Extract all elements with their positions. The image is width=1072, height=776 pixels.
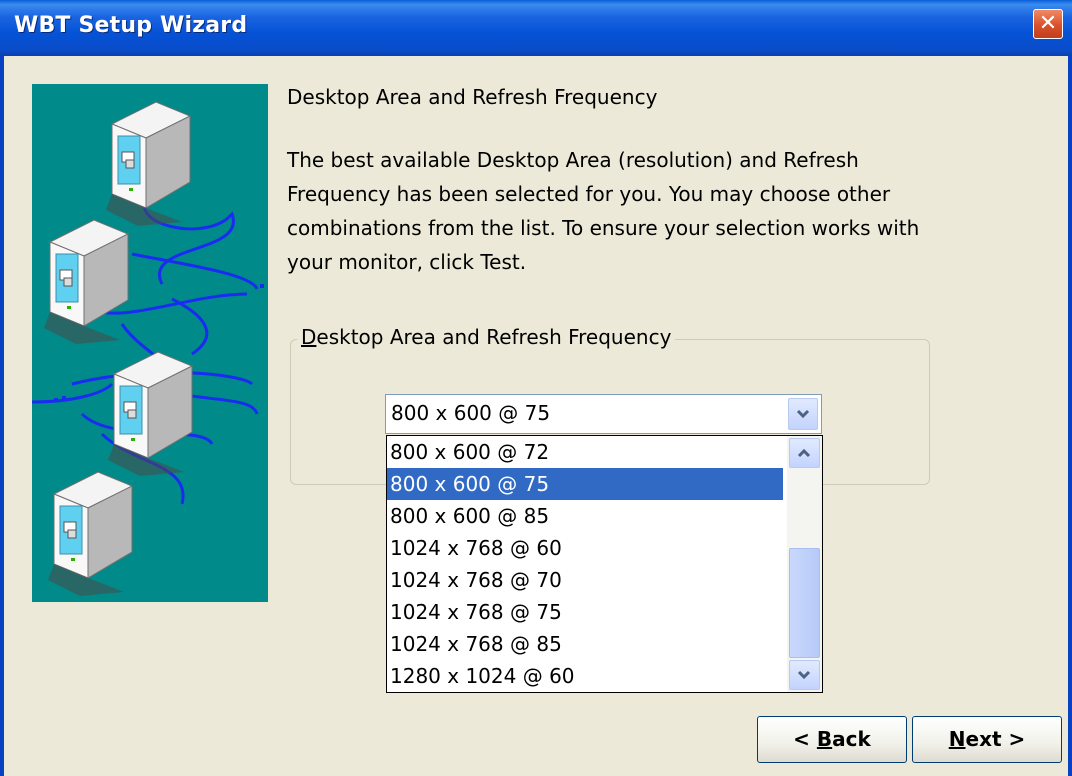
combobox-value: 800 x 600 @ 75 xyxy=(391,401,551,425)
list-item[interactable]: 1280 x 1024 @ 60 xyxy=(387,660,783,692)
chevron-down-icon xyxy=(797,670,811,680)
list-item-selected[interactable]: 800 x 600 @ 75 xyxy=(387,468,783,500)
back-prefix: < xyxy=(793,727,817,751)
list-item[interactable]: 800 x 600 @ 85 xyxy=(387,500,783,532)
list-item[interactable]: 800 x 600 @ 72 xyxy=(387,436,783,468)
resolution-dropdown-list[interactable]: 800 x 600 @ 72 800 x 600 @ 75 800 x 600 … xyxy=(386,435,823,693)
chevron-up-icon xyxy=(797,448,811,458)
window-frame-left xyxy=(0,56,4,776)
close-icon: ✕ xyxy=(1038,11,1058,36)
legend-accelerator: D xyxy=(301,325,317,349)
legend-text: esktop Area and Refresh Frequency xyxy=(316,325,672,349)
list-item[interactable]: 1024 x 768 @ 60 xyxy=(387,532,783,564)
next-button[interactable]: Next > xyxy=(912,716,1062,763)
list-item[interactable]: 1024 x 768 @ 85 xyxy=(387,628,783,660)
next-accelerator: N xyxy=(948,727,966,751)
back-accelerator: B xyxy=(816,727,833,751)
combobox-dropdown-button[interactable] xyxy=(788,398,818,430)
list-scrollbar[interactable] xyxy=(787,436,822,692)
close-button[interactable]: ✕ xyxy=(1033,9,1063,39)
title-bar: WBT Setup Wizard ✕ xyxy=(0,0,1072,56)
groupbox-legend: Desktop Area and Refresh Frequency xyxy=(297,325,676,349)
back-label: ack xyxy=(832,727,871,751)
page-heading: Desktop Area and Refresh Frequency xyxy=(287,85,658,109)
window-frame-right xyxy=(1068,56,1072,776)
scroll-down-button[interactable] xyxy=(789,660,820,690)
page-description: The best available Desktop Area (resolut… xyxy=(287,148,920,274)
chevron-down-icon xyxy=(796,409,810,419)
networked-monitors-icon xyxy=(31,101,264,597)
resolution-combobox[interactable]: 800 x 600 @ 75 xyxy=(385,394,822,434)
list-item[interactable]: 1024 x 768 @ 75 xyxy=(387,596,783,628)
list-item[interactable]: 1024 x 768 @ 70 xyxy=(387,564,783,596)
wizard-illustration xyxy=(31,84,268,602)
scroll-up-button[interactable] xyxy=(789,438,820,468)
next-label: ext > xyxy=(965,727,1026,751)
scrollbar-thumb[interactable] xyxy=(789,548,820,658)
back-button[interactable]: < Back xyxy=(757,716,907,763)
window-title: WBT Setup Wizard xyxy=(14,13,248,38)
